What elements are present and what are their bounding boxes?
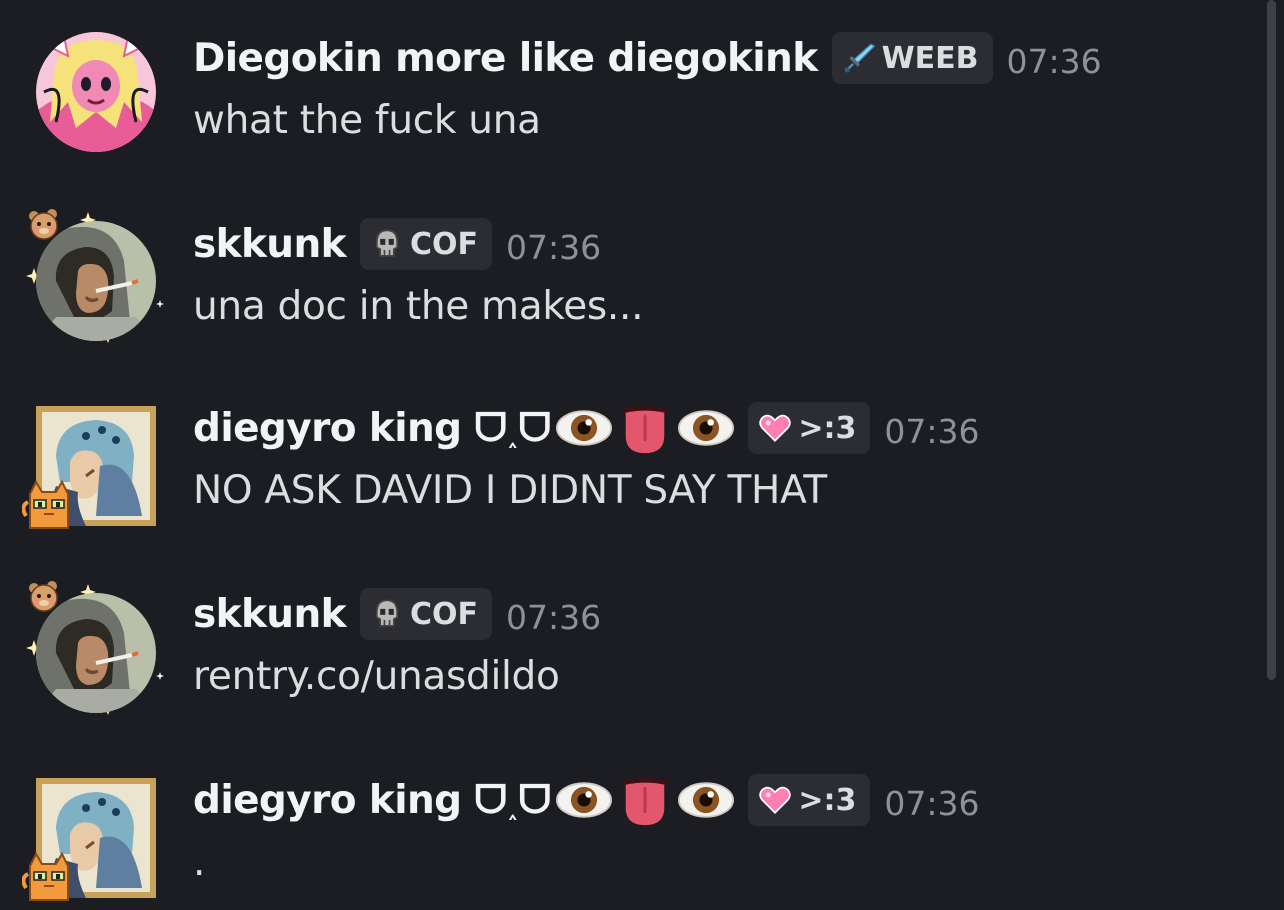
username[interactable]: diegyro king ᗜ˰ᗜ — [193, 778, 551, 823]
message-item[interactable]: diegyro king ᗜ˰ᗜ >:3 07:36 NO ASK DAVID … — [0, 372, 1260, 532]
message-text: NO ASK DAVID I DIDNT SAY THAT — [193, 468, 827, 513]
timestamp[interactable]: 07:36 — [884, 406, 979, 451]
message-text: . — [193, 840, 206, 885]
role-tag-label: WEEB — [881, 40, 979, 76]
timestamp[interactable]: 07:36 — [506, 222, 601, 267]
message-item[interactable]: Diegokin more like diegokink WEEB 07:36 … — [0, 0, 1260, 160]
message-item[interactable]: diegyro king ᗜ˰ᗜ >:3 07:36 . — [0, 744, 1260, 904]
eye-emoji-icon — [556, 780, 612, 820]
message-item[interactable]: skkunk COF 07:36 una doc in the makes... — [0, 186, 1260, 346]
username[interactable]: skkunk — [193, 222, 347, 267]
role-tag[interactable]: >:3 — [748, 774, 871, 826]
pink-anime-avatar-icon — [36, 32, 156, 152]
message-header: diegyro king ᗜ˰ᗜ >:3 07:36 — [193, 400, 980, 456]
role-tag-label: >:3 — [798, 410, 857, 446]
message-text: what the fuck una — [193, 98, 541, 143]
message-header: Diegokin more like diegokink WEEB 07:36 — [193, 30, 1102, 86]
message-item[interactable]: skkunk COF 07:36 rentry.co/unasdildo — [0, 558, 1260, 718]
role-tag[interactable]: >:3 — [748, 402, 871, 454]
sword-icon — [842, 41, 876, 75]
hooded-smoker-avatar-icon — [36, 593, 156, 713]
message-text: rentry.co/unasdildo — [193, 654, 560, 699]
hooded-smoker-avatar-icon — [36, 221, 156, 341]
skull-icon — [370, 227, 404, 261]
avatar[interactable] — [36, 406, 156, 526]
knight-avatar-icon — [36, 406, 156, 526]
avatar[interactable] — [36, 221, 156, 341]
avatar[interactable] — [36, 778, 156, 898]
timestamp[interactable]: 07:36 — [506, 592, 601, 637]
username[interactable]: Diegokin more like diegokink — [193, 36, 818, 81]
eye-emoji-icon — [556, 408, 612, 448]
role-tag[interactable]: COF — [359, 588, 492, 640]
knight-avatar-icon — [36, 778, 156, 898]
pink-heart-icon — [758, 411, 792, 445]
message-header: skkunk COF 07:36 — [193, 216, 601, 272]
username[interactable]: skkunk — [193, 592, 347, 637]
message-list: Diegokin more like diegokink WEEB 07:36 … — [0, 0, 1284, 910]
message-header: diegyro king ᗜ˰ᗜ >:3 07:36 — [193, 772, 980, 828]
pink-heart-icon — [758, 783, 792, 817]
timestamp[interactable]: 07:36 — [884, 778, 979, 823]
eye-emoji-icon — [678, 780, 734, 820]
tongue-emoji-icon — [618, 773, 672, 827]
role-tag-label: COF — [409, 226, 478, 262]
skull-icon — [370, 597, 404, 631]
scrollbar[interactable] — [1267, 0, 1276, 680]
role-tag-label: >:3 — [798, 782, 857, 818]
username[interactable]: diegyro king ᗜ˰ᗜ — [193, 406, 551, 451]
eye-emoji-icon — [678, 408, 734, 448]
avatar[interactable] — [36, 593, 156, 713]
message-text: una doc in the makes... — [193, 284, 644, 329]
message-header: skkunk COF 07:36 — [193, 586, 601, 642]
avatar[interactable] — [36, 32, 156, 152]
timestamp[interactable]: 07:36 — [1007, 36, 1102, 81]
tongue-emoji-icon — [618, 401, 672, 455]
role-tag[interactable]: COF — [359, 218, 492, 270]
role-tag-label: COF — [409, 596, 478, 632]
role-tag[interactable]: WEEB — [831, 32, 993, 84]
